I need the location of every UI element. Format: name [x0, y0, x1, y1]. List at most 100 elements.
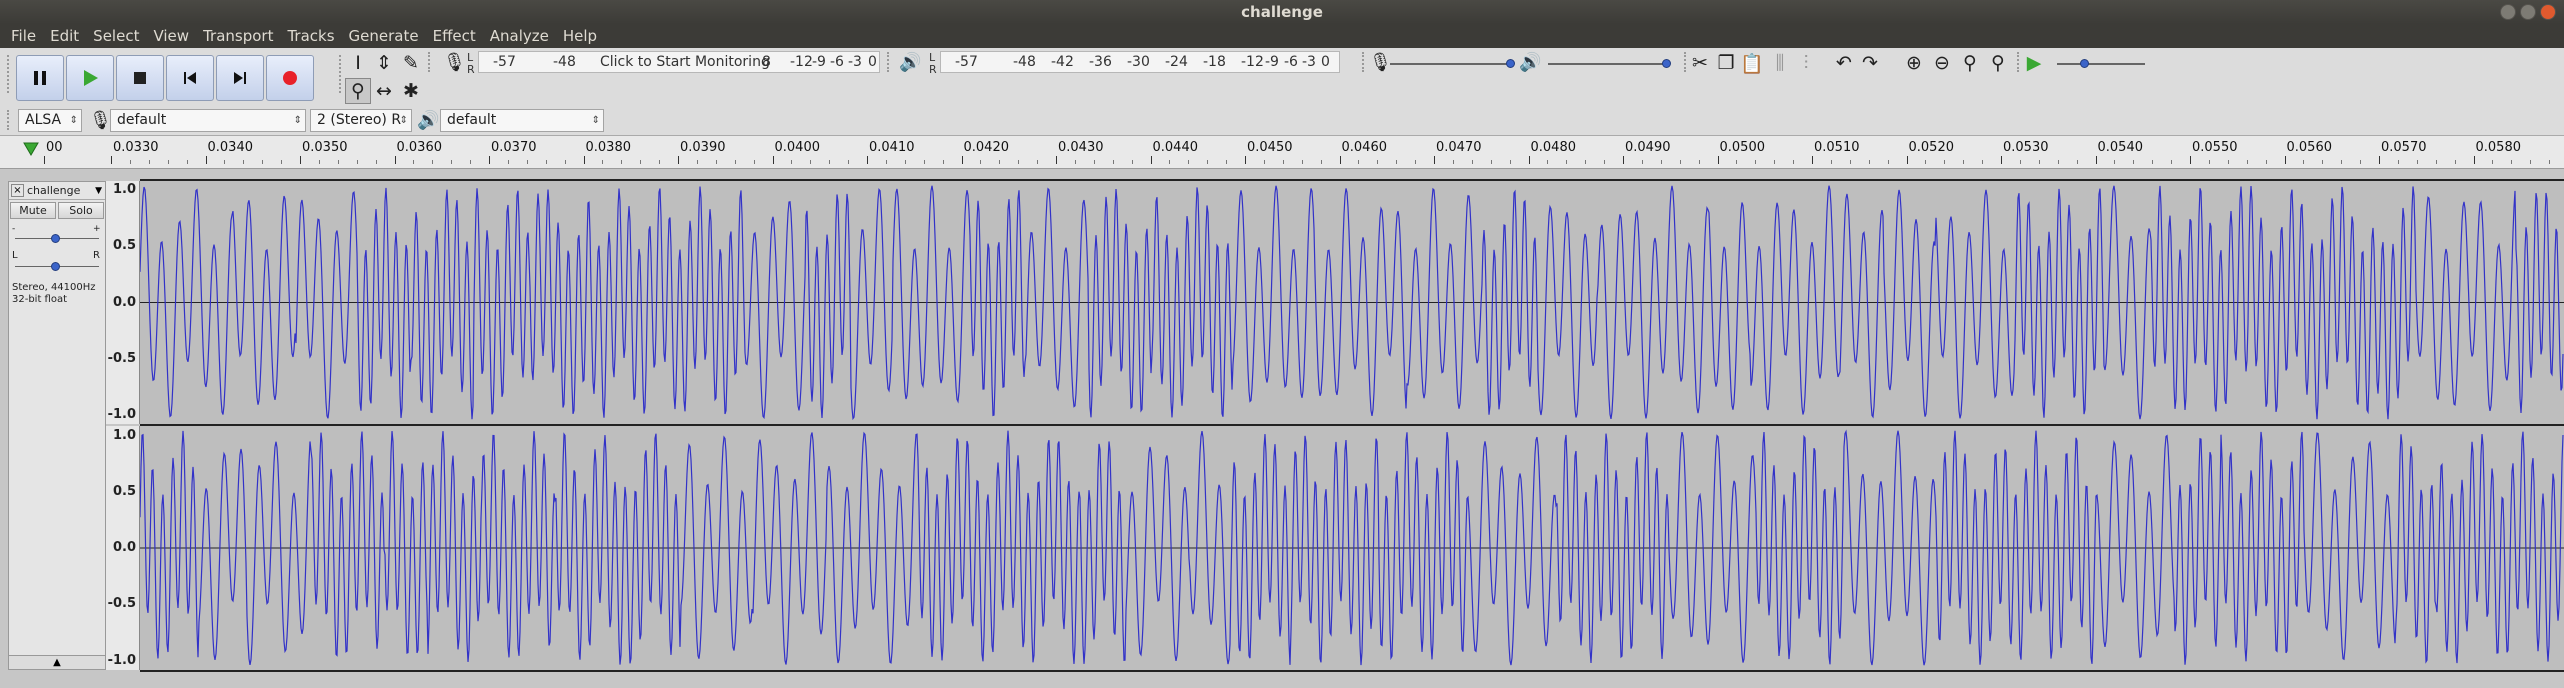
undo-icon[interactable]: ↶: [1831, 50, 1857, 76]
recording-device-select[interactable]: default ⇕: [110, 109, 306, 132]
fit-project-icon[interactable]: ⚲: [1985, 50, 2011, 76]
playback-meter-left-label: L: [929, 51, 936, 64]
timeshift-tool-icon[interactable]: ↔: [371, 78, 397, 104]
ruler-minor-tick: [451, 160, 453, 164]
trim-icon[interactable]: ⫼: [1767, 50, 1793, 76]
menu-transport[interactable]: Transport: [196, 27, 280, 45]
speaker-icon[interactable]: 🔊: [899, 51, 921, 75]
ruler-minor-tick: [829, 160, 831, 164]
track-name[interactable]: challenge: [27, 182, 80, 200]
collapse-track-button[interactable]: ▲: [9, 655, 105, 669]
toolbar-grip[interactable]: [1362, 52, 1366, 72]
draw-tool-icon[interactable]: ✎: [398, 50, 424, 76]
ruler-tick: [1623, 156, 1624, 164]
pan-left-mark: L: [12, 250, 18, 261]
record-meter-prompt[interactable]: Click to Start Monitoring: [600, 52, 770, 72]
microphone-icon: 🎙: [89, 110, 112, 131]
menu-generate[interactable]: Generate: [342, 27, 426, 45]
ruler-label: 0.0330: [113, 140, 159, 155]
zoom-tool-icon[interactable]: ⚲: [345, 78, 371, 104]
envelope-tool-icon[interactable]: ⇕: [371, 50, 397, 76]
menu-edit[interactable]: Edit: [43, 27, 86, 45]
toolbar-grip[interactable]: [7, 110, 11, 130]
skip-to-end-button[interactable]: [216, 55, 264, 101]
mute-button[interactable]: Mute: [10, 202, 56, 219]
toolbar-grip[interactable]: [428, 52, 432, 72]
chevron-updown-icon: ⇕: [399, 115, 408, 126]
record-volume-thumb[interactable]: [1506, 59, 1515, 68]
record-meter[interactable]: -57 -48 Click to Start Monitoring 8 -12 …: [478, 51, 880, 73]
record-meter-tick: -57: [493, 54, 516, 70]
audio-host-select[interactable]: ALSA ⇕: [18, 109, 82, 132]
play-head-icon[interactable]: [23, 141, 39, 157]
skip-to-start-button[interactable]: [166, 55, 214, 101]
record-button[interactable]: [266, 55, 314, 101]
ruler-minor-tick: [2265, 160, 2267, 164]
record-meter-tick: -3: [848, 54, 862, 70]
ruler-minor-tick: [2227, 160, 2229, 164]
ruler-minor-tick: [1698, 160, 1700, 164]
menu-effect[interactable]: Effect: [426, 27, 483, 45]
zoom-in-icon[interactable]: ⊕: [1901, 50, 1927, 76]
maximize-button[interactable]: [2520, 4, 2536, 20]
playback-volume-slider[interactable]: [1548, 63, 1670, 65]
ruler-minor-tick: [1320, 160, 1322, 164]
recording-channels-select[interactable]: 2 (Stereo) R ⇕: [310, 109, 412, 132]
menu-analyze[interactable]: Analyze: [483, 27, 556, 45]
track-title-bar[interactable]: × challenge ▼: [9, 182, 105, 200]
play-icon: [84, 70, 98, 86]
ruler-label: 0.0530: [2003, 140, 2049, 155]
menu-select[interactable]: Select: [86, 27, 146, 45]
ruler-minor-tick: [2416, 160, 2418, 164]
playback-device-select[interactable]: default ⇕: [440, 109, 604, 132]
minimize-button[interactable]: [2500, 4, 2516, 20]
ruler-minor-tick: [2511, 160, 2513, 164]
ruler-minor-tick: [545, 160, 547, 164]
play-at-speed-icon[interactable]: ▶: [2021, 50, 2047, 76]
menu-file[interactable]: File: [4, 27, 43, 45]
chevron-down-icon[interactable]: ▼: [95, 182, 102, 200]
pause-button[interactable]: [16, 55, 64, 101]
ruler-minor-tick: [1641, 160, 1643, 164]
play-button[interactable]: [66, 55, 114, 101]
ruler-label: 0.0440: [1152, 140, 1199, 155]
selection-tool-icon[interactable]: I: [345, 50, 371, 76]
copy-icon[interactable]: ❐: [1713, 50, 1739, 76]
cut-icon[interactable]: ✂: [1687, 50, 1713, 76]
redo-icon[interactable]: ↷: [1857, 50, 1883, 76]
multi-tool-icon[interactable]: ✱: [398, 78, 424, 104]
stop-button[interactable]: [116, 55, 164, 101]
paste-icon[interactable]: 📋: [1739, 50, 1765, 76]
toolbar-grip[interactable]: [887, 52, 891, 72]
track-bitdepth-info: 32-bit float: [12, 294, 68, 305]
zoom-out-icon[interactable]: ⊖: [1929, 50, 1955, 76]
play-speed-thumb[interactable]: [2080, 59, 2089, 68]
menu-help[interactable]: Help: [556, 27, 604, 45]
amplitude-label: 0.5: [112, 484, 136, 499]
playback-volume-thumb[interactable]: [1662, 59, 1671, 68]
play-speed-slider[interactable]: [2057, 63, 2145, 65]
window-title: challenge: [1241, 3, 1323, 21]
ruler-label: 0.0410: [869, 140, 915, 155]
amplitude-ruler-right: 1.0 0.5 0.0 -0.5 -1.0: [106, 426, 140, 670]
ruler-minor-tick: [167, 160, 169, 164]
silence-icon[interactable]: ⫶: [1793, 50, 1819, 76]
playback-meter[interactable]: -57 -48 -42 -36 -30 -24 -18 -12 -9 -6 -3…: [940, 51, 1340, 73]
menu-view[interactable]: View: [146, 27, 196, 45]
toolbar-grip[interactable]: [339, 55, 343, 93]
microphone-icon[interactable]: 🎙: [443, 51, 466, 75]
menu-tracks[interactable]: Tracks: [280, 27, 341, 45]
pan-slider-thumb[interactable]: [51, 262, 60, 271]
close-window-button[interactable]: [2540, 4, 2556, 20]
record-volume-slider[interactable]: [1390, 63, 1512, 65]
ruler-tick: [2473, 156, 2475, 164]
solo-button[interactable]: Solo: [58, 202, 104, 219]
ruler-minor-tick: [1471, 160, 1473, 164]
close-track-icon[interactable]: ×: [11, 184, 24, 197]
timeline-ruler[interactable]: 00 0.0330 0.0340 0.0350 0.0360 0.0370 0.0380 0.…: [0, 136, 2564, 169]
gain-slider-thumb[interactable]: [51, 234, 60, 243]
toolbar-grip[interactable]: [7, 55, 11, 93]
ruler-tick: [2190, 156, 2191, 164]
microphone-icon: 🎙: [1369, 52, 1392, 73]
fit-selection-icon[interactable]: ⚲: [1957, 50, 1983, 76]
